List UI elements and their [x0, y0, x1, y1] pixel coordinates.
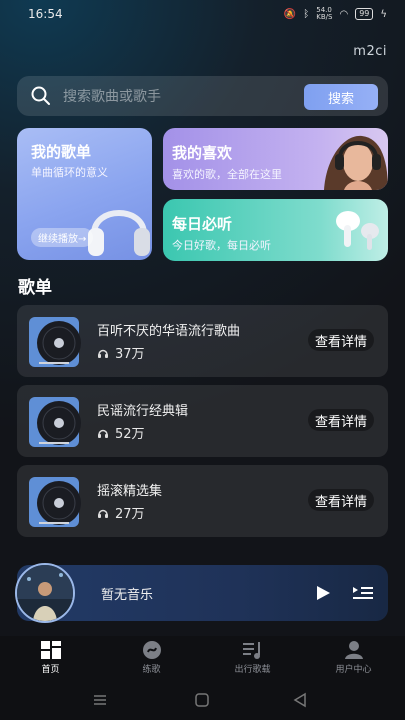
tab-label: 练歌	[142, 665, 161, 675]
tab-home[interactable]: 首页	[0, 636, 101, 680]
search-bar: 搜索	[17, 76, 388, 116]
view-details-button[interactable]: 查看详情	[307, 409, 374, 431]
headphones-icon	[88, 210, 150, 256]
playlist-count: 52万	[115, 427, 145, 442]
card-my-likes[interactable]: 我的喜欢 喜欢的歌，全部在这里	[163, 128, 388, 190]
section-title-playlists: 歌单	[18, 278, 52, 298]
tab-user-center[interactable]: 用户中心	[303, 636, 404, 680]
home-grid-icon	[40, 641, 61, 659]
practice-icon	[142, 641, 161, 659]
playlist-count: 37万	[115, 347, 145, 362]
card-title: 我的歌单	[31, 143, 92, 161]
search-button[interactable]: 搜索	[304, 84, 378, 110]
tab-label: 出行歌载	[234, 665, 271, 675]
playlist-row[interactable]: 民谣流行经典辑 52万 查看详情	[17, 385, 388, 457]
playlist-plays: 27万	[97, 503, 145, 522]
status-icons: 🔕 ᛒ 54.0 KB/S ◠ 99 ϟ	[284, 7, 387, 21]
home-square-icon[interactable]	[194, 692, 210, 708]
player-track-title: 暂无音乐	[101, 588, 154, 603]
card-daily-must-listen[interactable]: 每日必听 今日好歌，每日必听	[163, 199, 388, 261]
vinyl-cover-icon	[29, 477, 81, 527]
view-details-button[interactable]: 查看详情	[307, 489, 374, 511]
system-nav-bar	[0, 680, 405, 720]
vinyl-cover-icon	[29, 397, 81, 447]
playlist-row[interactable]: 摇滚精选集 27万 查看详情	[17, 465, 388, 537]
playlist-row[interactable]: 百听不厌的华语流行歌曲 37万 查看详情	[17, 305, 388, 377]
bluetooth-icon: ᛒ	[303, 8, 310, 20]
music-list-icon	[242, 642, 260, 659]
tab-travel-songs[interactable]: 出行歌载	[202, 636, 303, 680]
woman-with-headphones-image	[324, 135, 388, 190]
card-title: 每日必听	[172, 215, 233, 233]
card-my-playlist[interactable]: 我的歌单 单曲循环的意义 继续播放→	[17, 128, 152, 260]
playlist-count: 27万	[115, 507, 145, 522]
card-title: 我的喜欢	[172, 144, 233, 162]
headset-icon	[98, 429, 108, 438]
bottom-tab-bar: 首页 练歌 出行歌载 用户中心	[0, 636, 405, 680]
earbuds-icon	[336, 211, 379, 250]
card-subtitle: 单曲循环的意义	[31, 166, 108, 179]
back-icon[interactable]	[292, 692, 308, 708]
tab-label: 首页	[41, 665, 60, 675]
user-icon	[344, 641, 363, 659]
menu-icon[interactable]	[92, 692, 108, 708]
play-icon[interactable]	[314, 584, 332, 602]
playlist-queue-icon[interactable]	[352, 584, 374, 602]
headset-icon	[98, 509, 108, 518]
tab-label: 用户中心	[335, 665, 372, 675]
album-art-avatar[interactable]	[15, 563, 75, 623]
playlist-name: 摇滚精选集	[97, 484, 163, 499]
status-bar: 16:54 🔕 ᛒ 54.0 KB/S ◠ 99 ϟ	[0, 0, 405, 30]
view-details-button[interactable]: 查看详情	[307, 329, 374, 351]
card-subtitle: 今日好歌，每日必听	[172, 239, 271, 252]
headset-icon	[98, 349, 108, 358]
mute-icon: 🔕	[283, 8, 297, 20]
status-time: 16:54	[28, 7, 63, 21]
battery-icon: 99	[355, 8, 374, 20]
tab-practice[interactable]: 练歌	[101, 636, 202, 680]
mini-player[interactable]: 暂无音乐	[15, 563, 388, 623]
playlist-name: 民谣流行经典辑	[97, 404, 189, 419]
album-art-image	[17, 565, 73, 621]
playlist-plays: 52万	[97, 423, 145, 442]
card-subtitle: 喜欢的歌，全部在这里	[172, 168, 282, 181]
search-input[interactable]	[61, 85, 305, 109]
continue-play-button[interactable]: 继续播放→	[31, 228, 94, 247]
brand-logo: m2ci	[353, 44, 387, 59]
network-speed: 54.0 KB/S	[316, 6, 333, 21]
playlist-plays: 37万	[97, 343, 145, 362]
search-icon	[31, 86, 50, 105]
vinyl-cover-icon	[29, 317, 81, 367]
wifi-icon: ◠	[339, 8, 349, 20]
playlist-name: 百听不厌的华语流行歌曲	[97, 324, 241, 339]
charging-icon: ϟ	[380, 8, 387, 20]
